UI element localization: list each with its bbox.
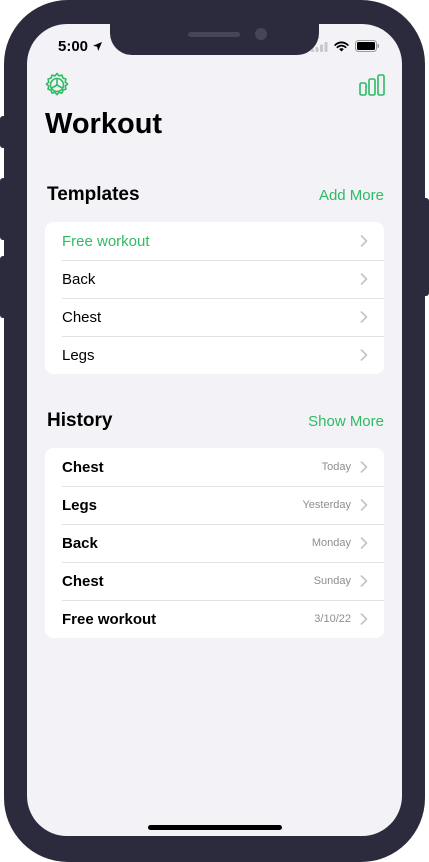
history-item-date: Yesterday [302, 499, 351, 511]
top-bar [44, 72, 385, 100]
chevron-right-icon [360, 499, 368, 511]
history-item[interactable]: Chest Today [45, 448, 384, 486]
template-item-free-workout[interactable]: Free workout [45, 222, 384, 260]
mute-switch [0, 116, 8, 148]
settings-button[interactable] [44, 72, 70, 98]
battery-icon [355, 40, 379, 52]
status-bar-time: 5:00 [58, 38, 103, 55]
chevron-right-icon [360, 613, 368, 625]
template-item-label: Legs [62, 346, 95, 364]
chevron-right-icon [360, 311, 368, 323]
stats-button[interactable] [359, 74, 385, 96]
show-more-button[interactable]: Show More [308, 413, 384, 430]
volume-down-button [0, 256, 8, 318]
chevron-right-icon [360, 235, 368, 247]
template-item-back[interactable]: Back [45, 260, 384, 298]
history-list: Chest Today Legs Yesterday Back Monday C… [45, 448, 384, 638]
history-item-label: Free workout [62, 610, 157, 628]
history-item-date: 3/10/22 [314, 613, 351, 625]
page-title: Workout [45, 108, 163, 140]
home-indicator[interactable] [148, 825, 282, 830]
history-item-date: Today [321, 461, 351, 473]
history-item-label: Legs [62, 496, 98, 514]
chevron-right-icon [360, 537, 368, 549]
chevron-right-icon [360, 575, 368, 587]
status-bar-icons [311, 40, 380, 52]
template-item-label: Free workout [62, 232, 150, 250]
history-item-date: Sunday [313, 575, 351, 587]
history-item[interactable]: Back Monday [45, 524, 384, 562]
templates-header: Templates Add More [47, 184, 384, 208]
bar-chart-icon [359, 74, 385, 96]
front-camera [255, 28, 267, 40]
cellular-signal-icon [311, 41, 328, 52]
chevron-right-icon [360, 461, 368, 473]
settings-icon [45, 72, 69, 96]
add-more-button[interactable]: Add More [319, 187, 384, 204]
history-item-date: Monday [311, 537, 351, 549]
status-time-text: 5:00 [58, 38, 89, 55]
history-header: History Show More [47, 410, 384, 434]
template-item-label: Chest [62, 308, 102, 326]
speaker-grille [188, 32, 240, 37]
wifi-icon [334, 41, 349, 51]
location-arrow-icon [93, 42, 103, 51]
history-item[interactable]: Free workout 3/10/22 [45, 600, 384, 638]
history-item[interactable]: Legs Yesterday [45, 486, 384, 524]
history-item[interactable]: Chest Sunday [45, 562, 384, 600]
chevron-right-icon [360, 349, 368, 361]
history-item-label: Chest [62, 458, 104, 476]
templates-list: Free workout Back Chest Legs [45, 222, 384, 374]
power-button [421, 198, 429, 296]
notch [110, 24, 319, 55]
templates-section-title: Templates [47, 184, 140, 205]
chevron-right-icon [360, 273, 368, 285]
screen: 5:00 Workout Templates Add More Free wor… [27, 24, 402, 836]
history-section-title: History [47, 410, 113, 431]
template-item-chest[interactable]: Chest [45, 298, 384, 336]
volume-up-button [0, 178, 8, 240]
history-item-label: Chest [62, 572, 104, 590]
template-item-label: Back [62, 270, 96, 288]
history-item-label: Back [62, 534, 98, 552]
template-item-legs[interactable]: Legs [45, 336, 384, 374]
